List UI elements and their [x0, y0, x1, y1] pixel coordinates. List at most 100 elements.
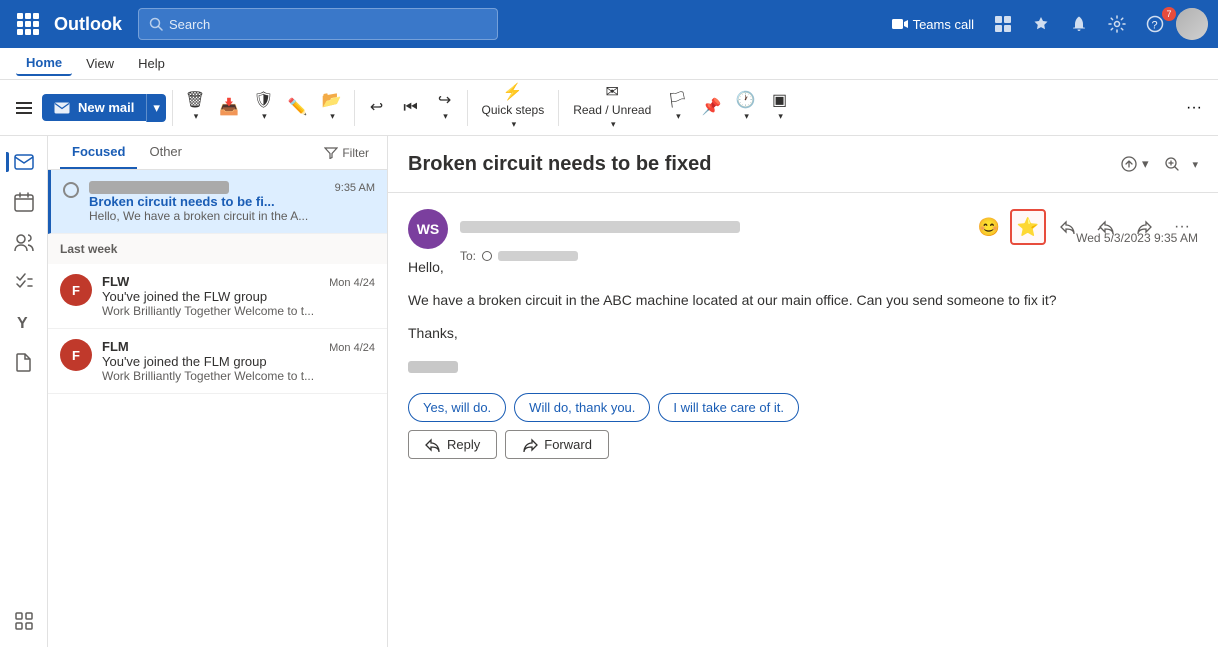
mail-item-preview: Hello, We have a broken circuit in the A…	[89, 209, 375, 223]
more-icon: ···	[1186, 99, 1202, 116]
sidebar-icon-calendar[interactable]	[6, 184, 42, 220]
yammer-icon: Y	[14, 312, 34, 332]
flw-mail-preview: Work Brilliantly Together Welcome to t..…	[102, 304, 375, 318]
email-to-row: To:	[460, 249, 1198, 263]
notifications-button[interactable]	[1062, 11, 1096, 37]
share-dropdown-arrow[interactable]: ▾	[1142, 156, 1149, 172]
flw-group-name: FLW	[102, 274, 129, 289]
quick-steps-button[interactable]: ⚡ Quick steps ▾	[474, 81, 553, 134]
delete-button[interactable]: 🗑 ▾	[179, 89, 211, 126]
sidebar-icon-files[interactable]	[6, 344, 42, 380]
switch-view-button[interactable]	[986, 11, 1020, 37]
section-header-last-week: Last week	[48, 234, 387, 264]
new-mail-button[interactable]: New mail	[42, 94, 146, 121]
new-mail-icon	[54, 101, 70, 115]
mail-list-panel: Focused Other Filter 9:35 AM	[48, 136, 388, 647]
suggested-reply-1[interactable]: Yes, will do.	[408, 393, 506, 422]
feedback-icon	[1032, 15, 1050, 33]
help-button[interactable]: ? 7	[1138, 11, 1172, 37]
mail-item-flm-content: FLM Mon 4/24 You've joined the FLM group…	[102, 339, 375, 383]
read-unread-icon: ✉	[606, 85, 619, 101]
mail-item-flw-content: FLW Mon 4/24 You've joined the FLW group…	[102, 274, 375, 318]
email-view-header: Broken circuit needs to be fixed ▾ ▾	[388, 136, 1218, 193]
mail-items-list: 9:35 AM Broken circuit needs to be fi...…	[48, 170, 387, 647]
sweep-button[interactable]: ✏️	[282, 96, 314, 120]
sidebar-icon-tasks[interactable]	[6, 264, 42, 300]
search-icon	[149, 17, 163, 31]
flag-button[interactable]: 🏳 ▾	[661, 89, 693, 126]
flm-group-name: FLM	[102, 339, 129, 354]
forward-button[interactable]: Forward	[505, 430, 609, 459]
suggested-reply-2[interactable]: Will do, thank you.	[514, 393, 650, 422]
undo-all-icon: ⏮	[403, 100, 417, 116]
email-view: Broken circuit needs to be fixed ▾ ▾	[388, 136, 1218, 647]
star-highlighted-button[interactable]: ⭐	[1010, 209, 1046, 245]
main-layout: Y Focused Other	[0, 136, 1218, 647]
archive-button[interactable]: 📥	[213, 96, 245, 120]
reply-button-label: Reply	[447, 437, 480, 452]
rules-icon: 🛡	[253, 93, 273, 109]
mail-item-time: 9:35 AM	[335, 182, 375, 194]
delete-icon: 🗑	[185, 93, 205, 109]
suggested-reply-3[interactable]: I will take care of it.	[658, 393, 799, 422]
zoom-button[interactable]	[1156, 148, 1188, 180]
filter-button[interactable]: Filter	[318, 142, 375, 164]
zoom-dropdown[interactable]: ▾	[1192, 158, 1198, 171]
flw-mail-date: Mon 4/24	[329, 277, 375, 289]
search-bar[interactable]: Search	[138, 8, 498, 40]
schedule-button[interactable]: 🕐 ▾	[730, 89, 762, 126]
sweep-icon: ✏️	[288, 100, 308, 116]
apps-grid-button[interactable]	[10, 6, 46, 42]
pin-button[interactable]: 📌	[696, 96, 728, 120]
teams-call-label: Teams call	[913, 17, 974, 32]
ribbon: New mail ▾ 🗑 ▾ 📥 🛡 ▾ ✏️ 📂 ▾ ↩ ⏮ ↪ ▾ ⚡ Qu…	[0, 80, 1218, 136]
move-button[interactable]: 📂 ▾	[316, 89, 348, 126]
settings-button[interactable]	[1100, 11, 1134, 37]
mail-item-flm[interactable]: F FLM Mon 4/24 You've joined the FLM gro…	[48, 329, 387, 394]
grid-icon	[17, 13, 39, 35]
ribbon-hamburger-button[interactable]	[8, 96, 40, 120]
mail-item-flw[interactable]: F FLW Mon 4/24 You've joined the FLW gro…	[48, 264, 387, 329]
forward-action-icon	[522, 438, 538, 452]
undo-button[interactable]: ↩	[361, 96, 393, 120]
sidebar-icon-mail[interactable]	[6, 144, 42, 180]
calendar-icon	[14, 192, 34, 212]
ribbon-separator-1	[172, 90, 173, 126]
flw-mail-subject: You've joined the FLW group	[102, 289, 375, 304]
user-avatar[interactable]	[1176, 8, 1208, 40]
grid-view-icon	[994, 15, 1012, 33]
tab-other[interactable]: Other	[137, 136, 194, 169]
email-sender-name-blurred	[460, 221, 740, 233]
view-options-button[interactable]: ▣ ▾	[764, 89, 796, 126]
tab-focused[interactable]: Focused	[60, 136, 137, 169]
ribbon-more-button[interactable]: ···	[1178, 95, 1210, 121]
archive-icon: 📥	[219, 100, 239, 116]
teams-call-button[interactable]: Teams call	[883, 13, 982, 36]
redo-icon: ↪	[438, 93, 451, 109]
mail-item-radio[interactable]	[63, 182, 79, 198]
mail-item-selected[interactable]: 9:35 AM Broken circuit needs to be fi...…	[48, 170, 387, 234]
emoji-react-button[interactable]: 😊	[974, 213, 1004, 242]
read-unread-button[interactable]: ✉ Read / Unread ▾	[565, 81, 659, 134]
email-body: Hello, We have a broken circuit in the A…	[408, 257, 1198, 377]
menu-item-view[interactable]: View	[76, 52, 124, 75]
undo-all-button[interactable]: ⏮	[395, 96, 427, 120]
sidebar-icon-people[interactable]	[6, 224, 42, 260]
feedback-button[interactable]	[1024, 11, 1058, 37]
rules-button[interactable]: 🛡 ▾	[247, 89, 279, 126]
files-icon	[14, 352, 34, 372]
top-bar: Outlook Search Teams call	[0, 0, 1218, 48]
clock-icon: 🕐	[736, 93, 756, 109]
video-icon	[891, 17, 909, 31]
svg-text:Y: Y	[17, 315, 28, 332]
menu-item-help[interactable]: Help	[128, 52, 175, 75]
sidebar-icon-apps[interactable]	[6, 603, 42, 639]
gear-icon	[1108, 15, 1126, 33]
redo-button[interactable]: ↪ ▾	[429, 89, 461, 126]
search-placeholder: Search	[169, 17, 210, 32]
sidebar-icon-yammer[interactable]: Y	[6, 304, 42, 340]
menu-item-home[interactable]: Home	[16, 51, 72, 76]
new-mail-dropdown-button[interactable]: ▾	[146, 94, 166, 122]
forward-button-label: Forward	[544, 437, 592, 452]
reply-button[interactable]: Reply	[408, 430, 497, 459]
